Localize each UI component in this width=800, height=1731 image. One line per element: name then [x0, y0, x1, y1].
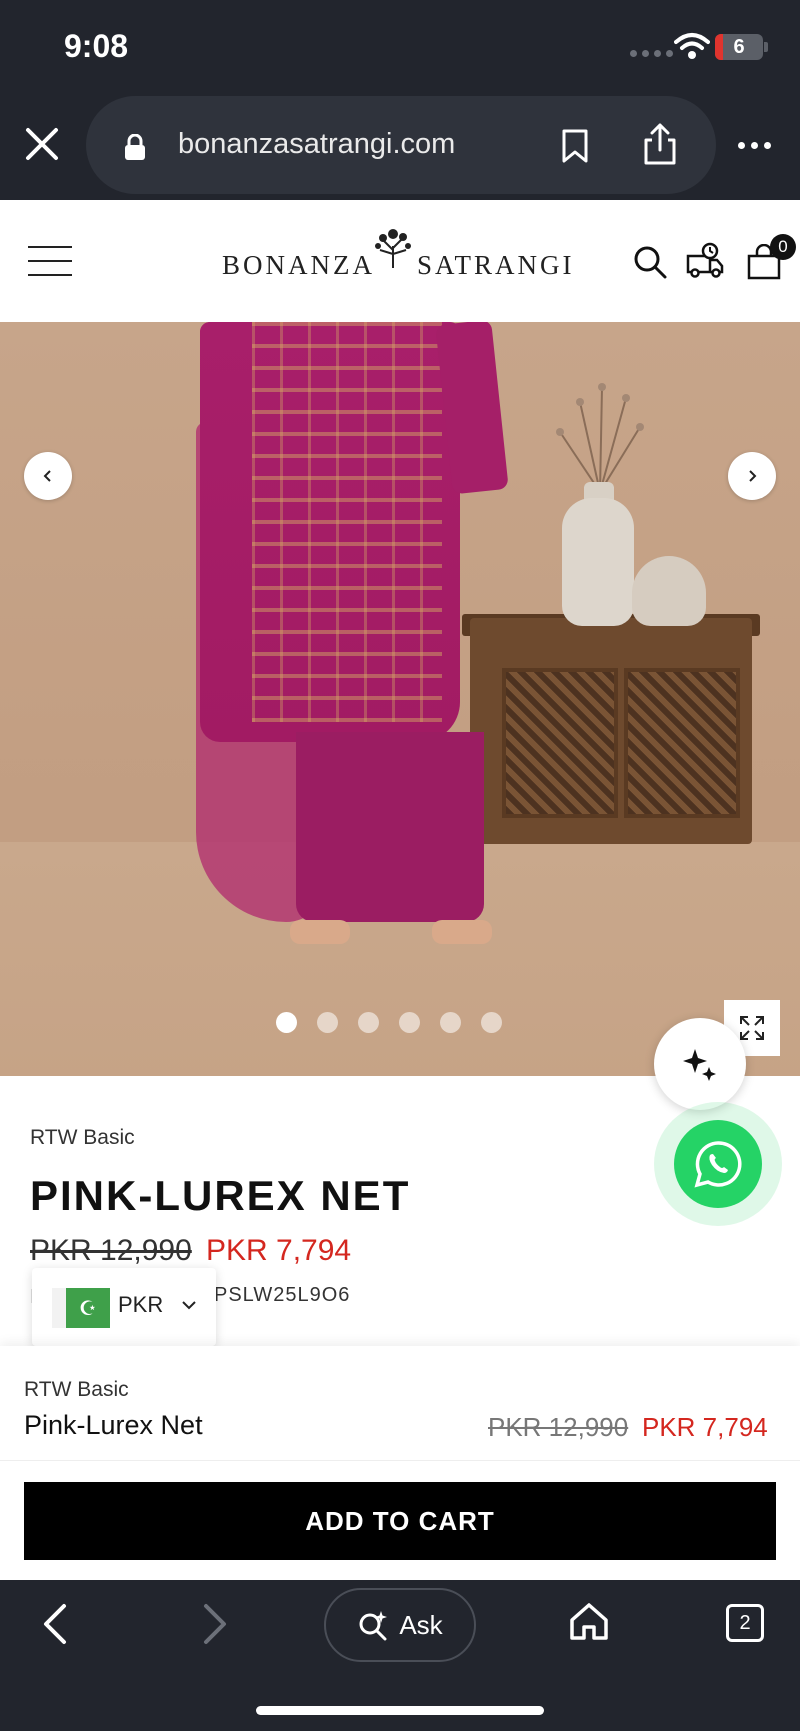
- bookmark-icon[interactable]: [560, 128, 590, 164]
- cellular-signal-icon: [630, 50, 673, 57]
- right-foot: [432, 920, 492, 944]
- ask-label: Ask: [399, 1609, 443, 1640]
- currency-selector[interactable]: ☪ PKR: [32, 1268, 216, 1346]
- gallery-dot[interactable]: [276, 1012, 297, 1033]
- back-icon[interactable]: [38, 1602, 74, 1646]
- battery-tip: [764, 42, 768, 52]
- status-time: 9:08: [64, 28, 129, 64]
- ai-search-icon: [359, 1611, 388, 1641]
- forward-icon[interactable]: [196, 1602, 232, 1646]
- cabinet-door-left: [502, 668, 618, 818]
- whatsapp-chat-button[interactable]: [674, 1120, 762, 1208]
- whatsapp-icon: [694, 1141, 742, 1188]
- ai-assistant-button[interactable]: [654, 1018, 746, 1110]
- sale-price: PKR 7,794: [206, 1234, 352, 1267]
- gallery-dot[interactable]: [440, 1012, 461, 1033]
- next-image-button[interactable]: [728, 452, 776, 500]
- add-to-cart-button[interactable]: ADD TO CART: [24, 1482, 776, 1560]
- embroidery-pattern: [252, 322, 442, 722]
- chevron-left-icon: [43, 470, 51, 482]
- sticky-category: RTW Basic: [24, 1378, 129, 1401]
- cabinet-door-right: [624, 668, 740, 818]
- small-vase: [632, 556, 706, 626]
- chevron-down-icon: [182, 1301, 196, 1310]
- product-title: PINK-LUREX NET: [30, 1172, 411, 1219]
- logo-text-left: BONANZA: [222, 250, 375, 280]
- share-icon[interactable]: [642, 122, 678, 166]
- url-text[interactable]: bonanzasatrangi.com: [178, 128, 455, 161]
- tall-vase: [562, 498, 634, 626]
- product-image[interactable]: [0, 322, 800, 1076]
- gallery-dot[interactable]: [481, 1012, 502, 1033]
- gallery-dot[interactable]: [358, 1012, 379, 1033]
- home-indicator[interactable]: [256, 1706, 544, 1715]
- ask-button[interactable]: Ask: [324, 1588, 476, 1662]
- gallery-pagination: [276, 1012, 502, 1033]
- sticky-product-name: Pink-Lurex Net: [24, 1410, 203, 1440]
- home-icon[interactable]: [568, 1600, 610, 1642]
- expand-icon: [740, 1016, 764, 1040]
- sparkle-icon: [683, 1049, 716, 1081]
- more-options-icon[interactable]: [738, 142, 771, 149]
- product-category: RTW Basic: [30, 1126, 135, 1149]
- gallery-dot[interactable]: [317, 1012, 338, 1033]
- search-icon[interactable]: [632, 244, 668, 280]
- cart-count-badge: 0: [770, 234, 796, 260]
- close-icon[interactable]: [22, 124, 62, 164]
- chevron-right-icon: [749, 470, 757, 482]
- trousers: [296, 732, 484, 922]
- currency-label: PKR: [118, 1292, 164, 1317]
- logo-text-right: SATRANGI: [417, 250, 575, 280]
- gallery-dot[interactable]: [399, 1012, 420, 1033]
- menu-icon[interactable]: [28, 246, 72, 276]
- lock-icon: [125, 134, 145, 160]
- original-price: PKR 12,990: [30, 1234, 192, 1267]
- product-sku: PSLW25L9O6: [214, 1284, 351, 1306]
- divider: [0, 1460, 800, 1461]
- sticky-original-price: PKR 12,990: [488, 1412, 629, 1442]
- logo-tree-icon: [375, 229, 411, 268]
- sticky-sale-price: PKR 7,794: [642, 1412, 768, 1442]
- track-order-icon[interactable]: [686, 242, 724, 280]
- previous-image-button[interactable]: [24, 452, 72, 500]
- tabs-button[interactable]: 2: [726, 1604, 764, 1642]
- battery-indicator: 6: [715, 34, 763, 60]
- wifi-icon: [674, 33, 710, 59]
- left-foot: [290, 920, 350, 944]
- dried-flowers: [556, 383, 644, 492]
